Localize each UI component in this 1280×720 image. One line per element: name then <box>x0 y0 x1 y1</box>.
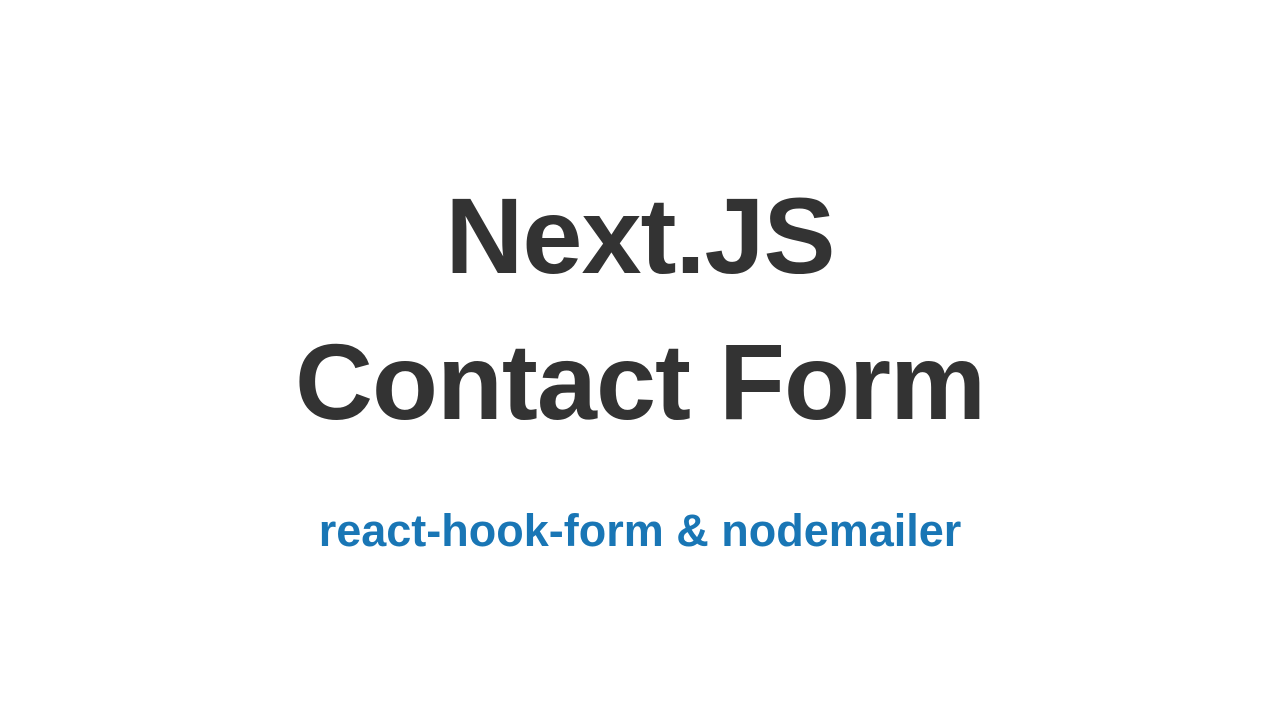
title-line-2: Contact Form <box>295 309 985 455</box>
subtitle: react-hook-form & nodemailer <box>319 505 962 557</box>
main-title: Next.JS Contact Form <box>295 163 985 455</box>
title-line-1: Next.JS <box>295 163 985 309</box>
